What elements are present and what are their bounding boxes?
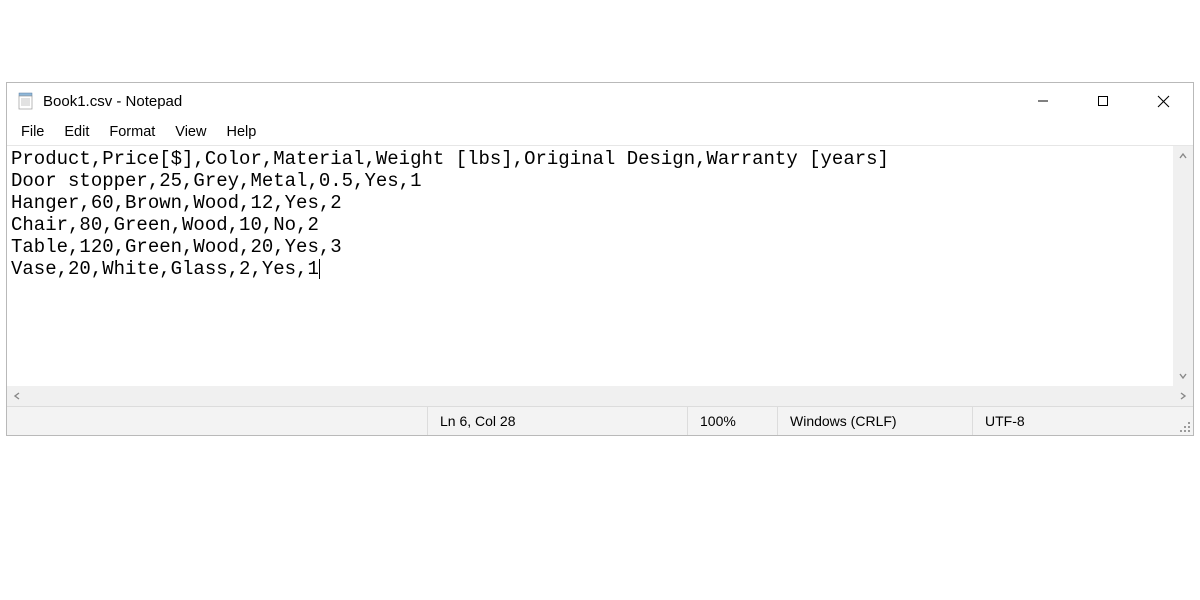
title-bar: Book1.csv - Notepad — [7, 83, 1193, 119]
close-icon — [1157, 95, 1170, 108]
minimize-button[interactable] — [1013, 83, 1073, 119]
status-position: Ln 6, Col 28 — [427, 407, 687, 435]
status-zoom: 100% — [687, 407, 777, 435]
text-caret — [319, 259, 320, 279]
maximize-button[interactable] — [1073, 83, 1133, 119]
editor-area: Product,Price[$],Color,Material,Weight [… — [7, 145, 1193, 406]
menu-view[interactable]: View — [165, 122, 216, 142]
text-editor[interactable]: Product,Price[$],Color,Material,Weight [… — [7, 146, 1173, 386]
window-controls — [1013, 83, 1193, 119]
scroll-down-icon[interactable] — [1173, 366, 1193, 386]
close-button[interactable] — [1133, 83, 1193, 119]
scroll-up-icon[interactable] — [1173, 146, 1193, 166]
status-spacer — [7, 407, 427, 435]
vertical-scrollbar[interactable] — [1173, 146, 1193, 386]
resize-grip-icon[interactable] — [1178, 420, 1190, 432]
menu-bar: File Edit Format View Help — [7, 119, 1193, 145]
scroll-right-icon[interactable] — [1173, 386, 1193, 406]
minimize-icon — [1037, 95, 1049, 107]
menu-edit[interactable]: Edit — [54, 122, 99, 142]
window-title: Book1.csv - Notepad — [43, 93, 182, 110]
maximize-icon — [1097, 95, 1109, 107]
status-bar: Ln 6, Col 28 100% Windows (CRLF) UTF-8 — [7, 406, 1193, 435]
notepad-icon — [17, 92, 35, 110]
horizontal-scrollbar[interactable] — [7, 386, 1193, 406]
menu-help[interactable]: Help — [216, 122, 266, 142]
status-encoding: UTF-8 — [972, 407, 1193, 435]
menu-format[interactable]: Format — [99, 122, 165, 142]
scroll-left-icon[interactable] — [7, 386, 27, 406]
notepad-window: Book1.csv - Notepad File Edit — [6, 82, 1194, 436]
status-line-ending: Windows (CRLF) — [777, 407, 972, 435]
status-encoding-label: UTF-8 — [985, 413, 1025, 429]
menu-file[interactable]: File — [11, 122, 54, 142]
